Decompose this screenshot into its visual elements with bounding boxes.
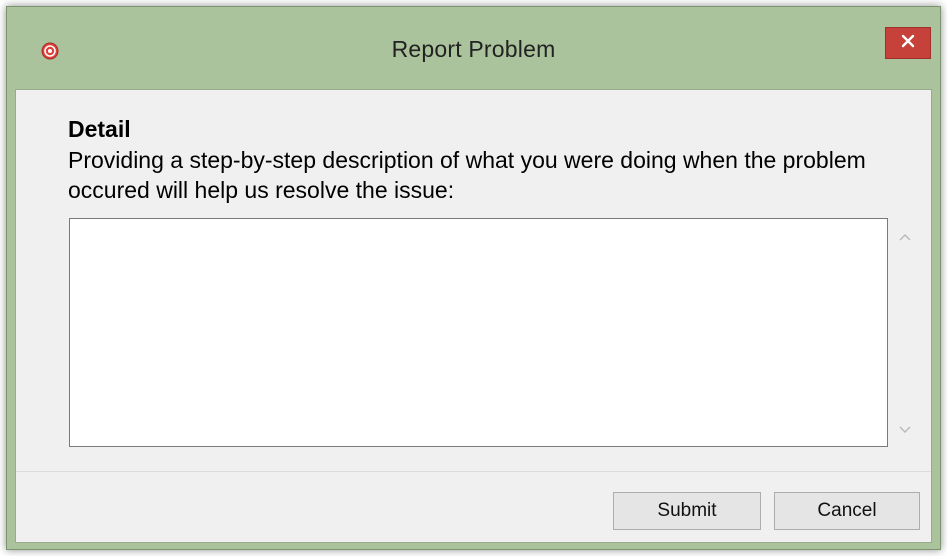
close-button[interactable] [885,27,931,59]
problem-description-input[interactable] [69,218,888,447]
cancel-button[interactable]: Cancel [774,492,920,530]
dialog-body: Detail Providing a step-by-step descript… [15,89,932,543]
submit-button[interactable]: Submit [613,492,761,530]
close-icon [901,34,915,53]
report-problem-dialog: Report Problem Detail Providing a step-b… [6,6,941,550]
scroll-down-button[interactable] [894,423,916,439]
footer-divider [16,471,931,472]
scroll-up-button[interactable] [894,230,916,246]
detail-description: Providing a step-by-step description of … [68,147,866,203]
window-title: Report Problem [391,36,556,62]
detail-heading: Detail [68,116,131,142]
chevron-up-icon [898,229,912,247]
title-bar[interactable]: Report Problem [7,7,940,89]
chevron-down-icon [898,422,912,440]
